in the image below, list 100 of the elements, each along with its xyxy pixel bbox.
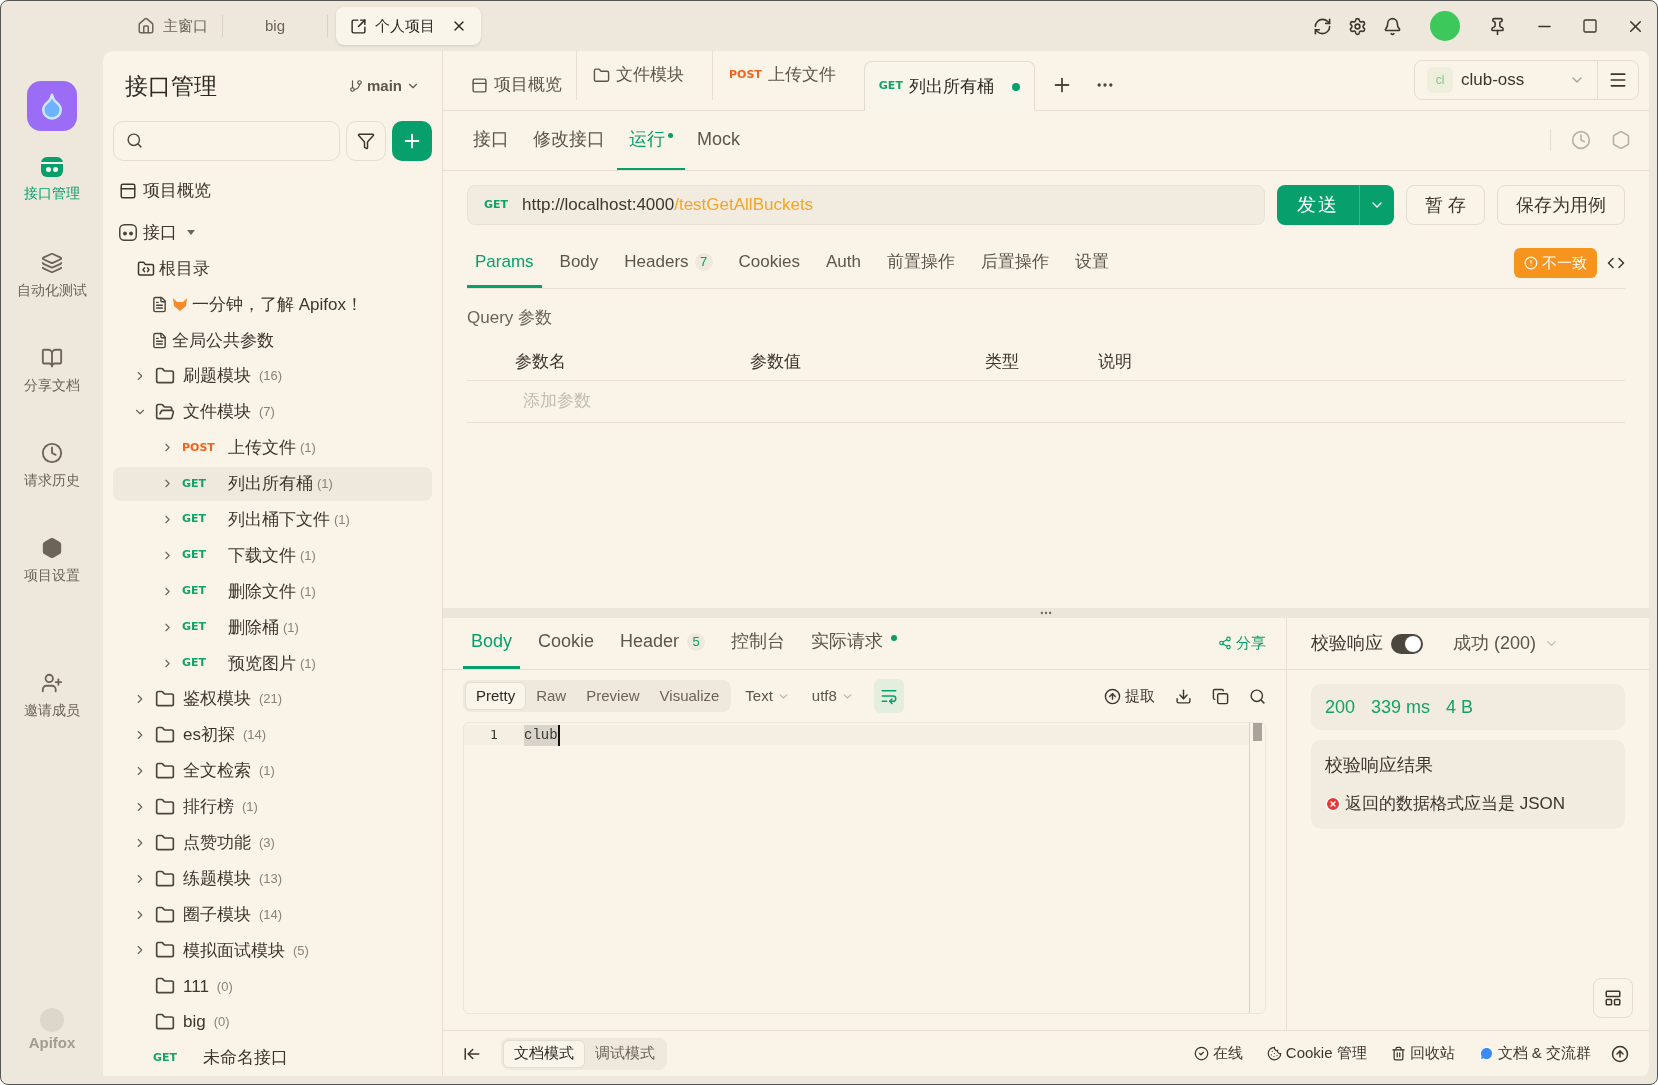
request-item[interactable]: GET 下载文件 (1) [113, 538, 432, 573]
request-name[interactable]: 未命名接口 [203, 1045, 289, 1071]
sidebar-title: 接口管理 [125, 71, 217, 101]
dropdown-icon[interactable] [187, 230, 195, 236]
sub-tab[interactable]: 修改接口 [521, 110, 617, 170]
param-tab[interactable]: 后置操作 [973, 238, 1057, 288]
tree-item[interactable]: 一分钟，了解 Apifox！ [192, 291, 363, 318]
sub-tab[interactable]: Mock [685, 110, 752, 170]
param-tab[interactable]: Cookies [730, 238, 808, 288]
column-header: 参数值 [750, 351, 802, 374]
folder-item[interactable]: 111 [183, 973, 209, 1000]
copy-icon[interactable] [1212, 687, 1229, 705]
window-tab[interactable]: 个人项目 [336, 7, 482, 45]
param-name-field[interactable]: 添加参数 [523, 388, 743, 414]
view-mode-tab[interactable]: Pretty [465, 682, 527, 710]
nav-item[interactable]: 项目设置 [24, 537, 80, 632]
add-button[interactable] [392, 120, 432, 161]
maximize-icon[interactable] [1582, 18, 1598, 34]
view-mode-tab[interactable]: Visualize [649, 682, 730, 710]
request-item[interactable]: GET 列出所有桶 (1) [113, 466, 432, 501]
filter-button[interactable] [346, 120, 386, 161]
tree-item[interactable]: 根目录 [159, 255, 210, 282]
save-as-case-button[interactable]: 保存为用例 [1497, 185, 1625, 225]
response-tab[interactable]: 实际请求 [803, 617, 906, 669]
add-user-icon [41, 672, 63, 694]
folder-item[interactable]: 文件模块 [183, 399, 251, 425]
window-tab[interactable]: 主窗口 [123, 7, 222, 45]
status-item[interactable]: 在线 [1193, 1042, 1243, 1065]
refresh-icon[interactable] [1313, 16, 1332, 36]
upload-icon[interactable] [1611, 1044, 1629, 1063]
request-tab[interactable]: GET 列出所有桶 [863, 61, 1035, 111]
param-tab[interactable]: Headers 7 [616, 238, 721, 288]
branch-selector[interactable]: main [349, 74, 420, 98]
param-tab[interactable]: Auth [818, 238, 869, 288]
request-item[interactable]: GET 删除文件 (1) [113, 574, 432, 609]
chat-icon [1478, 1046, 1494, 1061]
format-selector[interactable]: Text [745, 684, 790, 708]
sub-tab[interactable]: 接口 [461, 110, 521, 170]
search-icon[interactable] [1249, 687, 1266, 705]
request-tab[interactable]: POST 上传文件 [712, 51, 864, 100]
param-tab[interactable]: 前置操作 [879, 238, 963, 288]
status-item[interactable]: Cookie 管理 [1266, 1042, 1367, 1065]
mode-tab[interactable]: 文档模式 [503, 1039, 585, 1068]
param-tab[interactable]: Body [551, 238, 607, 288]
request-item[interactable]: GET 删除桶 (1) [113, 610, 432, 645]
url-field[interactable]: GET http://localhost:4000/testGetAllBuckets [467, 185, 1265, 225]
nav-item[interactable]: 分享文档 [24, 347, 80, 442]
save-button[interactable]: 暂 存 [1406, 185, 1485, 225]
folder-item[interactable]: 练题模块 [183, 865, 251, 892]
tree-item[interactable]: 全局公共参数 [172, 327, 274, 354]
response-metric: 200 [1325, 695, 1356, 719]
search-field[interactable] [113, 120, 340, 161]
folder-item[interactable]: 圈子模块 [183, 901, 251, 928]
item-count: (21) [259, 690, 283, 709]
nav-item[interactable]: 请求历史 [24, 442, 80, 537]
folder-item[interactable]: big [183, 1009, 206, 1035]
extract-button[interactable]: 提取 [1104, 684, 1155, 708]
download-icon[interactable] [1175, 687, 1192, 705]
nav-item[interactable]: 邀请成员 [24, 672, 80, 767]
validation-toggle[interactable] [1391, 633, 1423, 654]
mode-tab[interactable]: 调试模式 [585, 1039, 665, 1068]
wrap-toggle[interactable] [873, 679, 904, 713]
bell-icon[interactable] [1383, 16, 1402, 36]
folder-item[interactable]: 模拟面试模块 [183, 937, 285, 964]
code-editor[interactable]: 1 club [463, 722, 1266, 1014]
nav-item[interactable]: 自动化测试 [17, 252, 87, 347]
method-label: GET [182, 655, 208, 672]
param-tab[interactable]: 设置 [1067, 238, 1117, 288]
view-mode-tab[interactable]: Raw [526, 682, 577, 710]
encoding-selector[interactable]: utf8 [811, 684, 854, 708]
item-count: (1) [300, 439, 316, 458]
pin-icon[interactable] [1488, 16, 1507, 36]
tree-item[interactable]: 项目概览 [143, 177, 211, 204]
request-tab[interactable]: 文件模块 [576, 51, 712, 100]
folder-item[interactable]: 刷题模块 [183, 363, 251, 389]
folder-icon [155, 832, 175, 853]
response-tab[interactable]: Cookie [530, 617, 603, 669]
status-selector[interactable]: 成功 (200) [1453, 630, 1560, 657]
response-tab[interactable]: Header 5 [612, 617, 714, 669]
request-item[interactable]: GET 列出桶下文件 (1) [113, 502, 432, 537]
error-icon [1325, 795, 1341, 812]
scrollbar-thumb[interactable] [1253, 723, 1262, 741]
status-item[interactable]: 文档 & 交流群 [1478, 1042, 1591, 1065]
request-name: 删除桶 [228, 616, 279, 639]
request-name: 预览图片 [228, 652, 296, 675]
request-item[interactable]: POST 上传文件 (1) [113, 431, 432, 465]
folder-item[interactable]: 排行榜 [183, 794, 234, 820]
tree-item[interactable]: 接口 [143, 219, 177, 246]
request-tab[interactable]: 项目概览 [457, 60, 576, 110]
request-item[interactable]: GET 预览图片 (1) [113, 646, 432, 681]
folder-item[interactable]: 全文检索 [183, 758, 251, 784]
layout-button[interactable] [1593, 978, 1633, 1018]
settings-icon[interactable] [1348, 16, 1367, 36]
folder-item[interactable]: 鉴权模块 [183, 686, 251, 712]
folder-item[interactable]: es初探 [183, 722, 235, 748]
status-item[interactable]: 回收站 [1390, 1042, 1455, 1065]
view-mode-tab[interactable]: Preview [576, 682, 650, 710]
response-tab[interactable]: 控制台 [723, 617, 794, 669]
folder-item[interactable]: 点赞功能 [183, 830, 251, 856]
window-tab[interactable]: big [223, 7, 328, 45]
